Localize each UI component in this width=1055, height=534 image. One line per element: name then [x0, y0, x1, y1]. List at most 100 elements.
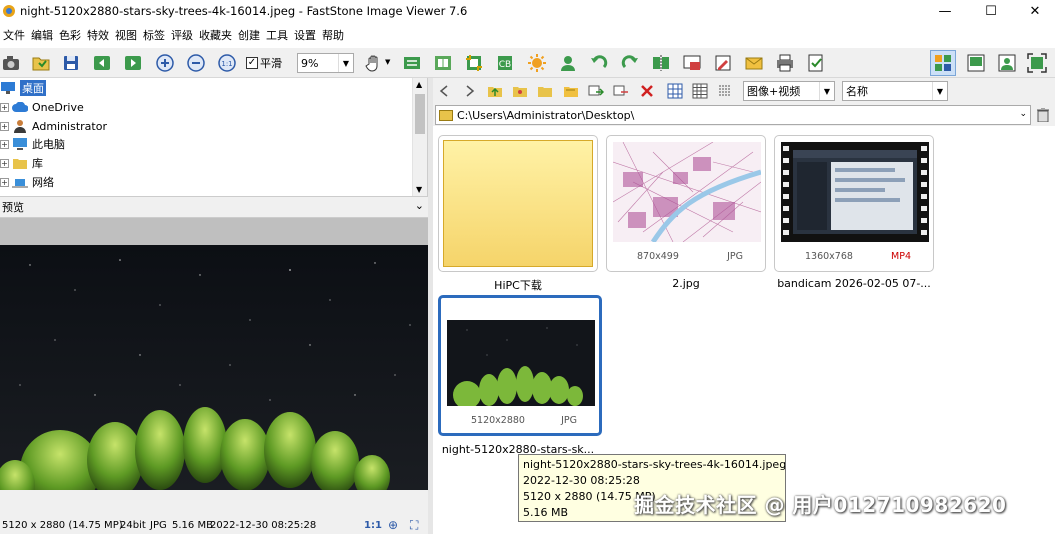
tree-item-onedrive[interactable]: + OneDrive — [0, 98, 84, 116]
next-button[interactable] — [122, 52, 144, 74]
menu-tools[interactable]: 工具 — [263, 27, 291, 43]
menu-view[interactable]: 视图 — [112, 27, 140, 43]
tree-item-administrator[interactable]: + Administrator — [0, 117, 107, 135]
menu-edit[interactable]: 编辑 — [28, 27, 56, 43]
compare-button[interactable] — [432, 52, 454, 74]
sort-select[interactable]: 名称 ▼ — [842, 81, 948, 101]
slideshow-icon — [404, 57, 420, 69]
zoom-select[interactable]: 9% ▼ — [297, 53, 354, 73]
menu-effects[interactable]: 特效 — [84, 27, 112, 43]
close-button[interactable]: ✕ — [1015, 0, 1055, 22]
actual-size-icon: 1:1 — [218, 54, 236, 72]
status-filesize: 5.16 MB — [172, 519, 213, 531]
slideshow-button[interactable] — [401, 52, 423, 74]
tree-item-network[interactable]: + 网络 — [0, 173, 54, 191]
collapse-icon[interactable]: ⌄ — [415, 199, 424, 212]
minimize-button[interactable]: — — [925, 0, 965, 22]
chevron-down-icon: ▼ — [819, 82, 834, 100]
expand-icon[interactable]: + — [0, 177, 9, 187]
previous-button[interactable] — [91, 52, 113, 74]
actual-size-button[interactable]: 1:1 — [216, 52, 238, 74]
scroll-down-icon[interactable]: ▼ — [416, 185, 422, 194]
layout-thumbs-button[interactable] — [930, 50, 956, 76]
pan-dropdown-icon[interactable]: ▼ — [385, 58, 390, 66]
fullscreen-small-icon[interactable]: ⛶ — [410, 518, 418, 533]
menu-tags[interactable]: 标签 — [140, 27, 168, 43]
tree-item-this-pc[interactable]: + 此电脑 — [0, 135, 65, 153]
smooth-checkbox[interactable]: ✓ 平滑 — [246, 55, 282, 71]
color-balance-button[interactable]: CB — [494, 52, 516, 74]
pan-tool-button[interactable] — [363, 52, 385, 74]
layout-preview-button[interactable] — [965, 52, 987, 74]
chevron-down-icon[interactable]: ⌄ — [1019, 109, 1027, 119]
menu-create[interactable]: 创建 — [235, 27, 263, 43]
scroll-up-icon[interactable]: ▲ — [416, 80, 422, 89]
maximize-button[interactable]: ☐ — [971, 0, 1011, 22]
copy-to-button[interactable] — [611, 81, 631, 101]
menu-favorites[interactable]: 收藏夹 — [196, 27, 235, 43]
delete-button[interactable] — [637, 81, 657, 101]
expand-icon[interactable]: + — [0, 121, 9, 131]
view-list-button[interactable] — [715, 81, 735, 101]
draw-button[interactable] — [712, 52, 734, 74]
path-bar: C:\Users\Administrator\Desktop\ ⌄ — [433, 104, 1055, 126]
thumbnail-video[interactable]: 1360x768 MP4 — [774, 135, 934, 272]
thumbnail-folder[interactable] — [438, 135, 598, 272]
batch-button[interactable] — [805, 52, 827, 74]
layout-single-button[interactable] — [996, 52, 1018, 74]
folder-favorites-button[interactable] — [510, 81, 530, 101]
zoom-in-button[interactable] — [154, 52, 176, 74]
menu-help[interactable]: 帮助 — [319, 27, 347, 43]
tree-item-desktop[interactable]: 桌面 — [0, 79, 46, 97]
folder-copy-icon — [564, 87, 578, 97]
red-eye-button[interactable] — [557, 52, 579, 74]
crop-button[interactable] — [463, 52, 485, 74]
arrow-forward-icon — [466, 85, 475, 97]
scroll-thumb[interactable] — [415, 94, 425, 134]
move-to-button[interactable] — [586, 81, 606, 101]
thumbnail-type: JPG — [561, 415, 577, 426]
layout-preview-icon — [967, 54, 985, 72]
menu-color[interactable]: 色彩 — [56, 27, 84, 43]
rotate-left-button[interactable] — [588, 52, 610, 74]
back-button[interactable] — [435, 81, 455, 101]
resize-button[interactable] — [681, 52, 703, 74]
folder-copy-button[interactable] — [561, 81, 581, 101]
print-button[interactable] — [774, 52, 796, 74]
brightness-button[interactable] — [526, 52, 548, 74]
open-folder-button[interactable] — [30, 52, 52, 74]
save-button[interactable] — [60, 52, 82, 74]
camera-button[interactable] — [0, 52, 22, 74]
path-input[interactable]: C:\Users\Administrator\Desktop\ ⌄ — [435, 105, 1031, 125]
folder-new-button[interactable] — [535, 81, 555, 101]
thumbnail-image-selected[interactable]: 5120x2880 JPG — [438, 295, 602, 436]
expand-icon[interactable]: + — [0, 158, 9, 168]
expand-icon[interactable]: + — [0, 139, 9, 149]
expand-icon[interactable]: + — [0, 102, 9, 112]
tree-item-libraries[interactable]: + 库 — [0, 154, 43, 172]
zoom-out-button[interactable] — [185, 52, 207, 74]
rotate-right-button[interactable] — [619, 52, 641, 74]
flip-button[interactable] — [650, 52, 672, 74]
email-button[interactable] — [743, 52, 765, 74]
thumbnail-meta: 870x499 JPG — [607, 251, 765, 265]
preview-header: 预览 ⌄ — [0, 196, 428, 218]
recycle-bin-button[interactable] — [1034, 106, 1052, 124]
view-thumbnails-button[interactable] — [665, 81, 685, 101]
fit-window-icon[interactable]: ⊕ — [388, 518, 398, 532]
forward-button[interactable] — [459, 81, 479, 101]
fullscreen-button[interactable] — [1026, 52, 1048, 74]
file-filter-select[interactable]: 图像+视频 ▼ — [743, 81, 835, 101]
menu-file[interactable]: 文件 — [0, 27, 28, 43]
view-details-button[interactable] — [690, 81, 710, 101]
tree-scrollbar[interactable]: ▲ ▼ — [412, 78, 427, 196]
envelope-icon — [745, 57, 763, 70]
menu-rating[interactable]: 评级 — [168, 27, 196, 43]
status-zoom-ratio[interactable]: 1:1 — [364, 520, 382, 531]
up-folder-button[interactable] — [485, 81, 505, 101]
thumbnail-type: JPG — [727, 251, 743, 262]
thumbnail-image[interactable]: 870x499 JPG — [606, 135, 766, 272]
fullscreen-icon — [1027, 53, 1047, 73]
menu-settings[interactable]: 设置 — [291, 27, 319, 43]
tree-item-label: 库 — [32, 157, 43, 170]
